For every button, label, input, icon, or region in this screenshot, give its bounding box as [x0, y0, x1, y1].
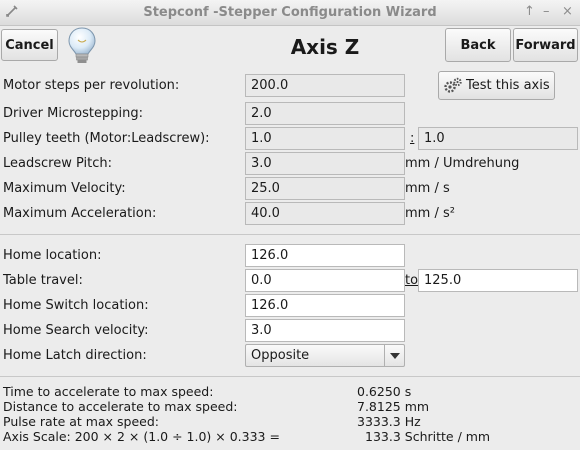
pulley-teeth-label: Pulley teeth (Motor:Leadscrew):: [3, 131, 210, 146]
motor-steps-label: Motor steps per revolution:: [3, 78, 180, 93]
max-velocity-label: Maximum Velocity:: [3, 181, 126, 196]
separator: [0, 376, 580, 377]
max-acceleration-label: Maximum Acceleration:: [3, 206, 157, 221]
home-search-velocity-field[interactable]: 3.0: [245, 319, 405, 342]
info-value: 7.8125 mm: [357, 399, 430, 414]
page-title: Axis Z: [290, 35, 360, 59]
test-axis-label: Test this axis: [466, 78, 550, 93]
pulley-leadscrew-field[interactable]: 1.0: [418, 127, 578, 150]
close-icon[interactable]: ×: [562, 4, 573, 19]
info-label: Axis Scale: 200 × 2 × (1.0 ÷ 1.0) × 0.33…: [3, 429, 280, 444]
max-acceleration-unit: mm / s²: [405, 206, 455, 221]
microstepping-field[interactable]: 2.0: [245, 102, 405, 125]
home-location-field[interactable]: 126.0: [245, 244, 405, 267]
info-value: 0.6250 s: [357, 384, 412, 399]
home-latch-value: Opposite: [251, 348, 310, 363]
home-switch-field[interactable]: 126.0: [245, 294, 405, 317]
info-value: 133.3 Schritte / mm: [365, 429, 491, 444]
max-velocity-field[interactable]: 25.0: [245, 177, 405, 200]
lightbulb-icon: [66, 26, 98, 66]
home-switch-label: Home Switch location:: [3, 298, 149, 313]
info-label: Distance to accelerate to max speed:: [3, 399, 238, 414]
leadscrew-pitch-unit: mm / Umdrehung: [405, 156, 520, 171]
minimize-icon[interactable]: –: [543, 4, 550, 19]
separator: [0, 234, 580, 235]
home-location-label: Home location:: [3, 248, 102, 263]
leadscrew-pitch-label: Leadscrew Pitch:: [3, 156, 113, 171]
pulley-motor-field[interactable]: 1.0: [245, 127, 405, 150]
info-row: Axis Scale: 200 × 2 × (1.0 ÷ 1.0) × 0.33…: [3, 429, 490, 445]
gears-icon: [443, 77, 463, 95]
table-travel-label: Table travel:: [3, 273, 83, 288]
back-button[interactable]: Back: [445, 28, 511, 62]
keep-above-icon[interactable]: ↑: [524, 4, 535, 19]
forward-button[interactable]: Forward: [513, 28, 578, 62]
info-label: Time to accelerate to max speed:: [3, 384, 214, 399]
max-velocity-unit: mm / s: [405, 181, 450, 196]
motor-steps-field[interactable]: 200.0: [245, 74, 405, 97]
info-row: Distance to accelerate to max speed: 7.8…: [3, 399, 429, 415]
home-latch-label: Home Latch direction:: [3, 348, 147, 363]
max-acceleration-field[interactable]: 40.0: [245, 202, 405, 225]
info-label: Pulse rate at max speed:: [3, 414, 159, 429]
table-travel-min-field[interactable]: 0.0: [245, 269, 405, 292]
table-travel-to-label: to: [405, 273, 419, 288]
info-row: Time to accelerate to max speed: 0.6250 …: [3, 384, 411, 400]
home-latch-select[interactable]: Opposite: [245, 344, 405, 367]
chevron-down-icon[interactable]: [384, 345, 404, 366]
home-search-velocity-label: Home Search velocity:: [3, 323, 149, 338]
table-travel-max-field[interactable]: 125.0: [418, 269, 578, 292]
test-axis-button[interactable]: Test this axis: [438, 71, 555, 100]
leadscrew-pitch-field[interactable]: 3.0: [245, 152, 405, 175]
microstepping-label: Driver Microstepping:: [3, 106, 143, 121]
cancel-button[interactable]: Cancel: [1, 29, 58, 61]
title-bar: Stepconf -Stepper Configuration Wizard ↑…: [0, 0, 580, 26]
info-row: Pulse rate at max speed: 3333.3 Hz: [3, 414, 421, 430]
pulley-separator: :: [410, 131, 415, 146]
info-value: 3333.3 Hz: [357, 414, 421, 429]
window-title: Stepconf -Stepper Configuration Wizard: [143, 5, 437, 20]
